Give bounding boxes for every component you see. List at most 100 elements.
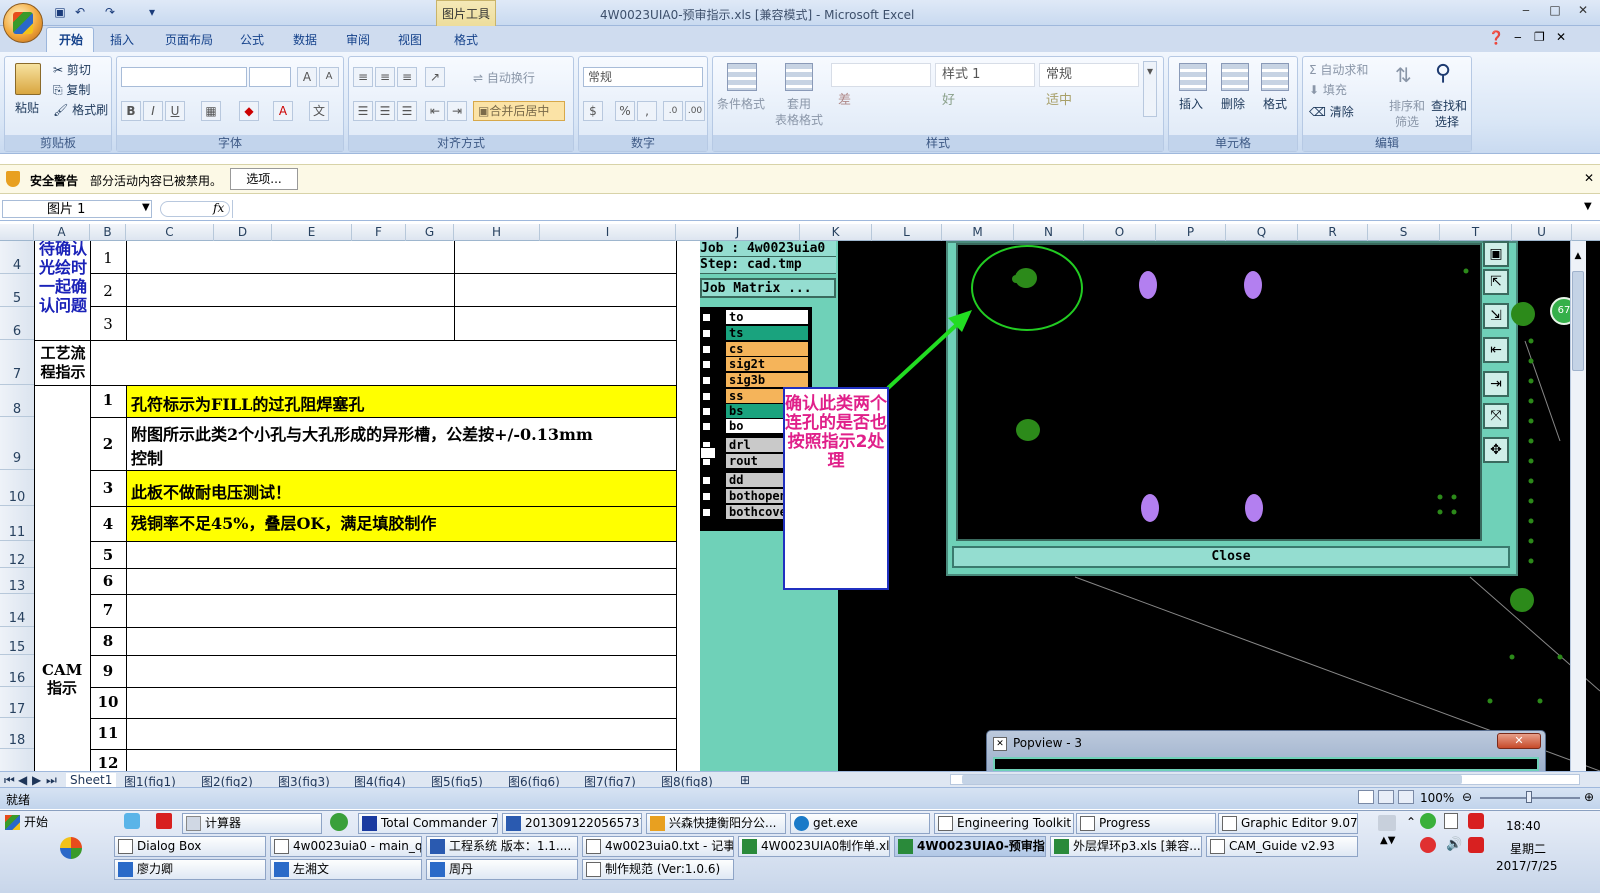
style-neutral[interactable]: 适中 xyxy=(1039,89,1139,113)
sheet-tab-sheet1[interactable]: Sheet1 xyxy=(66,773,117,787)
row-header[interactable]: 6 xyxy=(0,307,34,340)
layer-checkbox[interactable] xyxy=(702,376,711,385)
zoom-in-icon[interactable]: ⊕ xyxy=(1584,790,1594,804)
taskbar-item[interactable]: 4w0023uia0.txt - 记事本 xyxy=(582,836,734,857)
taskbar-item[interactable]: 周丹 xyxy=(426,859,578,880)
tray-app-icon[interactable] xyxy=(1420,813,1436,829)
delete-cells-icon[interactable] xyxy=(1221,63,1249,91)
row-header[interactable]: 9 xyxy=(0,417,34,470)
column-header[interactable]: P xyxy=(1156,224,1226,241)
column-header[interactable]: G xyxy=(406,224,454,241)
increase-indent-icon[interactable]: ⇥ xyxy=(447,101,467,121)
column-header[interactable]: M xyxy=(942,224,1014,241)
start-button[interactable]: 开始 xyxy=(2,813,56,834)
tab-page-layout[interactable]: 页面布局 xyxy=(163,29,215,51)
name-box[interactable]: 图片 1 xyxy=(2,200,152,218)
page-break-view-icon[interactable] xyxy=(1398,790,1414,804)
delete-cells-button[interactable]: 删除 xyxy=(1221,95,1245,112)
find-select-line2[interactable]: 选择 xyxy=(1435,113,1459,130)
keyboard-icon[interactable] xyxy=(1378,815,1396,831)
cam-tool-icon[interactable]: ⇱ xyxy=(1483,269,1509,295)
pending-cell[interactable] xyxy=(126,306,455,341)
style-bad[interactable]: 差 xyxy=(831,89,931,113)
taskbar-item[interactable]: Graphic Editor 9.07b2... xyxy=(1218,813,1358,834)
save-icon[interactable]: ▣ xyxy=(52,4,68,20)
tab-home[interactable]: 开始 xyxy=(57,29,85,51)
layer-checkbox[interactable] xyxy=(702,345,711,354)
row-header[interactable]: 12 xyxy=(0,541,34,568)
tray-app-icon[interactable] xyxy=(1444,813,1458,829)
instruction-cell[interactable] xyxy=(126,568,677,595)
align-bottom-icon[interactable]: ≡ xyxy=(397,67,417,87)
taskbar-item[interactable]: Progress xyxy=(1076,813,1216,834)
office-button[interactable] xyxy=(3,3,43,43)
row-header[interactable]: 11 xyxy=(0,506,34,541)
merge-center-button[interactable]: ▣合并后居中 xyxy=(473,101,565,121)
column-header[interactable]: I xyxy=(540,224,676,241)
shrink-font-button[interactable]: A xyxy=(319,67,339,87)
conditional-format-button[interactable]: 条件格式 xyxy=(717,95,765,112)
tab-review[interactable]: 审阅 xyxy=(344,29,372,51)
paste-icon[interactable] xyxy=(15,63,41,95)
currency-icon[interactable]: $ xyxy=(583,101,603,121)
zoom-level[interactable]: 100% xyxy=(1420,791,1454,805)
layer-checkbox[interactable] xyxy=(702,422,711,431)
layer-checkbox[interactable] xyxy=(702,313,711,322)
tab-insert[interactable]: 插入 xyxy=(108,29,136,51)
conditional-format-icon[interactable] xyxy=(727,63,757,91)
row-header[interactable]: 15 xyxy=(0,627,34,655)
column-header[interactable]: T xyxy=(1440,224,1512,241)
align-top-icon[interactable]: ≡ xyxy=(353,67,373,87)
popview-window[interactable]: ✕ Popview - 3 ✕ xyxy=(986,730,1546,772)
column-header[interactable]: R xyxy=(1298,224,1368,241)
pdf-icon[interactable] xyxy=(156,813,172,829)
column-header[interactable]: O xyxy=(1084,224,1156,241)
popview-close-button[interactable]: ✕ xyxy=(1497,733,1541,749)
sort-filter-line1[interactable]: 排序和 xyxy=(1389,97,1425,114)
ribbon-close-button[interactable]: ✕ xyxy=(1556,30,1566,44)
clear-button[interactable]: ⌫ 清除 xyxy=(1309,103,1354,120)
layer-row-to[interactable]: to xyxy=(700,310,812,325)
style-1[interactable]: 样式 1 xyxy=(935,63,1035,87)
decrease-indent-icon[interactable]: ⇤ xyxy=(425,101,445,121)
cam-tool-icon[interactable]: ▣ xyxy=(1483,241,1509,267)
tab-format[interactable]: 格式 xyxy=(452,29,480,51)
row-header[interactable]: 7 xyxy=(0,340,34,385)
minimize-button[interactable]: ‒ xyxy=(1515,3,1537,21)
taskbar-item[interactable]: 制作规范 (Ver:1.0.6) xyxy=(582,859,734,880)
font-color-icon[interactable]: A xyxy=(273,101,293,121)
tray-app-icon[interactable] xyxy=(1468,813,1484,829)
row-header[interactable]: 4 xyxy=(0,241,34,274)
instruction-cell[interactable] xyxy=(126,541,677,569)
quick-launch-icon[interactable] xyxy=(60,837,82,859)
row-header[interactable]: 17 xyxy=(0,687,34,718)
format-painter-button[interactable]: 🖌 格式刷 xyxy=(53,101,108,118)
sheet-nav-prev-icon[interactable]: ◀ xyxy=(18,773,27,787)
taskbar-item[interactable]: 左湘文 xyxy=(270,859,422,880)
format-as-table-line1[interactable]: 套用 xyxy=(787,95,811,112)
cam-close-button[interactable]: Close xyxy=(952,546,1510,568)
number-format-combo[interactable]: 常规 xyxy=(583,67,703,87)
format-cells-icon[interactable] xyxy=(1261,63,1289,91)
zoom-slider-thumb[interactable] xyxy=(1526,791,1532,803)
cam-tool-icon[interactable]: ⇤ xyxy=(1483,337,1509,363)
taskbar-item[interactable]: 廖力卿 xyxy=(114,859,266,880)
layer-row-sig2t[interactable]: sig2t xyxy=(700,357,812,372)
pending-cell[interactable] xyxy=(454,306,677,341)
decrease-decimal-icon[interactable]: .00 xyxy=(685,101,705,121)
taskbar-item[interactable]: 工程系统 版本：1.1.... xyxy=(426,836,578,857)
fill-button[interactable]: ⬇ 填充 xyxy=(1309,81,1347,98)
layer-checkbox[interactable] xyxy=(702,360,711,369)
layer-checkbox[interactable] xyxy=(702,476,711,485)
column-header[interactable]: N xyxy=(1014,224,1084,241)
taskbar-item[interactable]: 计算器 xyxy=(182,813,322,834)
cam-tool-icon[interactable]: ⤧ xyxy=(1483,403,1509,429)
security-close-icon[interactable]: ✕ xyxy=(1584,171,1594,185)
row-header[interactable]: 13 xyxy=(0,568,34,594)
tab-data[interactable]: 数据 xyxy=(291,29,319,51)
row-header[interactable]: 14 xyxy=(0,594,34,627)
redo-icon[interactable]: ↷ xyxy=(102,4,118,20)
security-options-button[interactable]: 选项... xyxy=(230,168,298,190)
row-header[interactable]: 16 xyxy=(0,655,34,687)
column-header[interactable]: U xyxy=(1512,224,1572,241)
